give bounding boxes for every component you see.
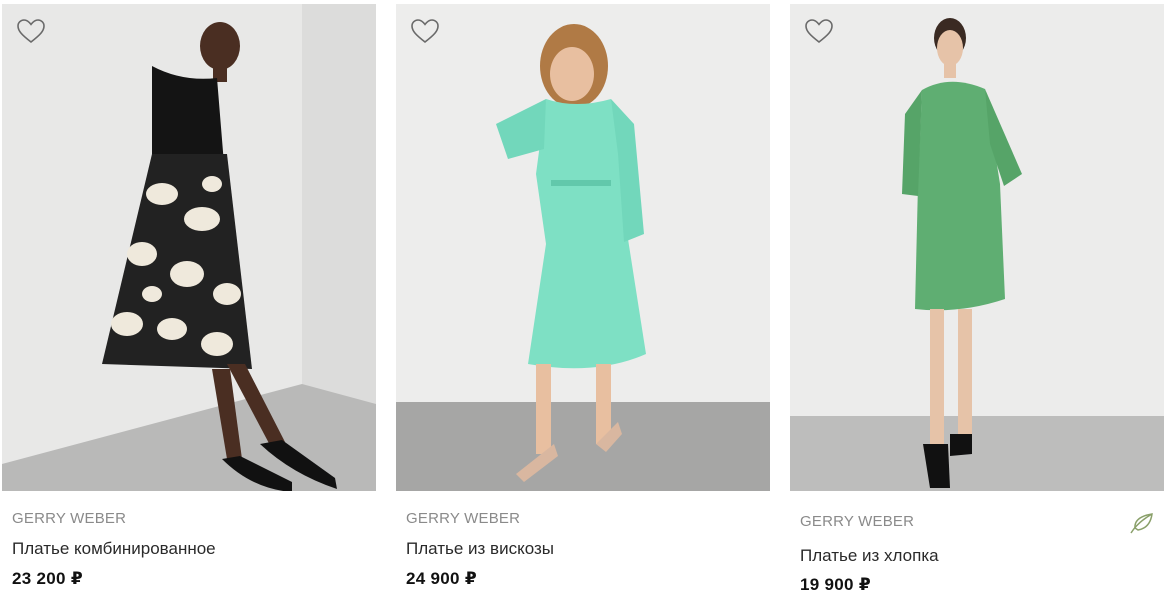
product-card[interactable]: GERRY WEBER Платье из хлопка 19 900 ₽ (790, 0, 1164, 597)
product-title[interactable]: Платье из хлопка (800, 546, 939, 566)
product-price: 23 200 ₽ (12, 569, 83, 588)
product-brand[interactable]: GERRY WEBER (12, 510, 126, 527)
favorite-heart-icon[interactable] (804, 17, 834, 47)
product-image[interactable] (2, 4, 376, 491)
favorite-heart-icon[interactable] (16, 17, 46, 47)
product-title[interactable]: Платье из вискозы (406, 539, 554, 559)
product-price: 19 900 ₽ (800, 575, 871, 594)
product-card[interactable]: GERRY WEBER Платье комбинированное 23 20… (2, 0, 376, 597)
product-brand[interactable]: GERRY WEBER (406, 510, 520, 527)
favorite-heart-icon[interactable] (410, 17, 440, 47)
product-card[interactable]: GERRY WEBER Платье из вискозы 24 900 ₽ (396, 0, 770, 597)
product-title[interactable]: Платье комбинированное (12, 539, 216, 559)
product-brand[interactable]: GERRY WEBER (800, 513, 914, 530)
product-image[interactable] (790, 4, 1164, 491)
product-image[interactable] (396, 4, 770, 491)
product-price: 24 900 ₽ (406, 569, 477, 588)
eco-leaf-icon (1130, 513, 1153, 534)
